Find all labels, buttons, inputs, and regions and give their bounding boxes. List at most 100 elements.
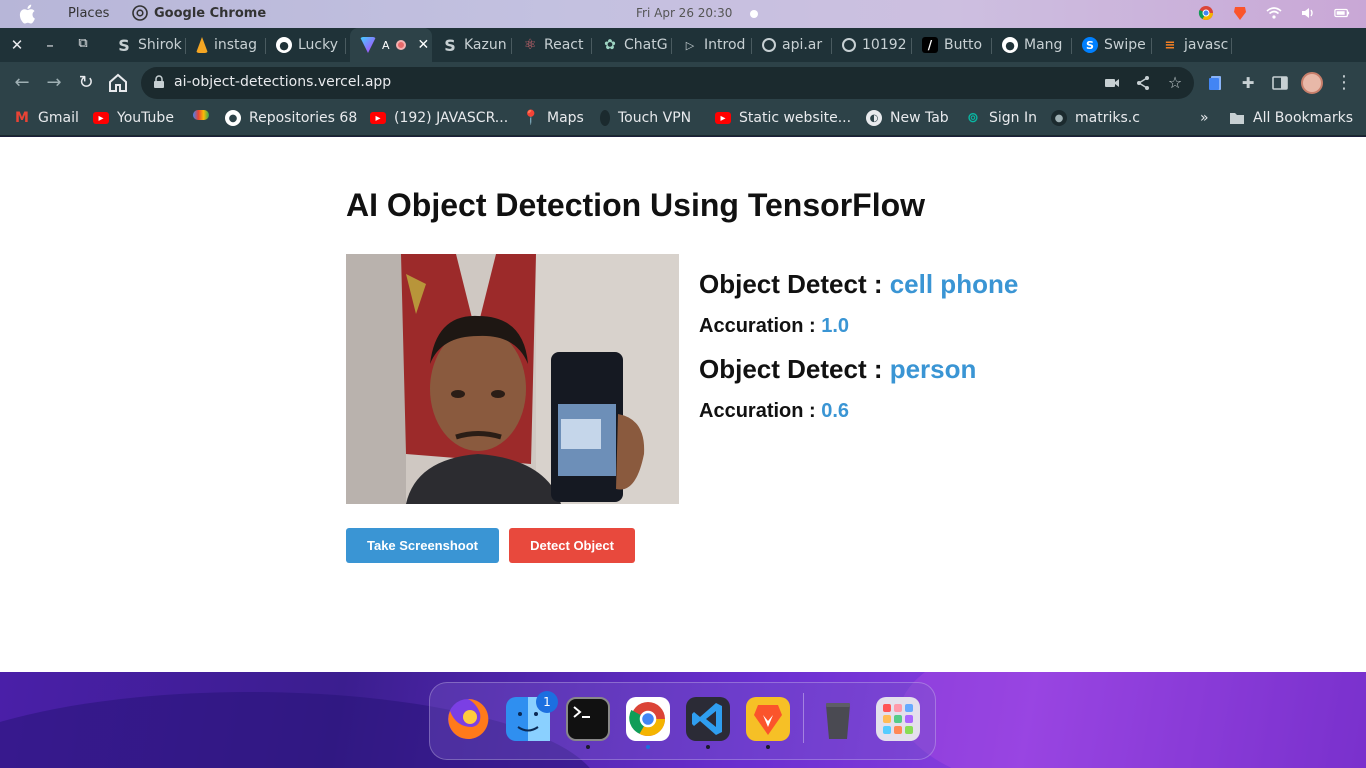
address-bar[interactable]: ai-object-detections.vercel.app ☆ [141,67,1194,99]
tab-instag[interactable]: instag [186,28,266,62]
stackoverflow-icon: ≡ [1164,37,1176,53]
tab-shirok[interactable]: S Shirok [106,28,186,62]
google-docs-extension-icon[interactable] [1207,74,1225,92]
bookmark-gmail[interactable]: M Gmail [14,110,79,126]
tab-kazun[interactable]: S Kazun [432,28,512,62]
chrome-tray-icon[interactable] [1198,5,1214,21]
bookmark-static-website[interactable]: ▸ Static website... [715,110,851,126]
site-info-lock-icon[interactable] [153,75,165,89]
camera-in-use-icon[interactable] [1104,75,1120,91]
active-app-menu[interactable]: Google Chrome [132,5,266,21]
all-bookmarks-folder[interactable]: All Bookmarks [1229,110,1353,126]
home-icon[interactable] [106,71,130,95]
tab-active-vite[interactable]: A ✕ [350,28,432,62]
clock[interactable]: Fri Apr 26 20:30 [636,6,732,20]
bookmark-maps[interactable]: 📍 Maps [522,110,584,126]
forward-arrow-icon[interactable]: → [42,71,66,95]
volume-icon[interactable] [1300,5,1316,21]
finder-icon[interactable]: 1 [506,691,558,741]
take-screenshot-button[interactable]: Take Screenshoot [346,528,499,563]
google-cloud-icon [193,110,209,120]
active-app-name: Google Chrome [154,5,267,21]
folder-icon [1230,113,1244,124]
back-arrow-icon[interactable]: ← [10,71,34,95]
tab-javasc[interactable]: ≡ javasc [1152,28,1232,62]
bookmark-repositories[interactable]: ● Repositories 68 [225,110,357,126]
wifi-icon[interactable] [1266,5,1282,21]
profile-avatar[interactable] [1301,72,1323,94]
slash-icon: / [922,37,938,53]
bookmark-star-icon[interactable]: ☆ [1167,75,1183,91]
bookmark-touch-vpn[interactable]: Touch VPN [600,110,691,126]
tab-label: React [544,37,584,53]
dock: 1 [429,682,936,760]
apple-icon[interactable] [18,4,36,24]
page-title: AI Object Detection Using TensorFlow [346,187,926,223]
bookmark-youtube[interactable]: ▸ YouTube [93,110,174,126]
play-icon: ▷ [685,38,695,52]
web-page: AI Object Detection Using TensorFlow Obj… [0,137,1366,672]
firefox-icon[interactable] [446,697,490,741]
bookmark-google-cloud[interactable] [193,110,209,120]
tab-introd[interactable]: ▷ Introd [672,28,752,62]
extensions-puzzle-icon[interactable]: ✚ [1239,74,1257,92]
tab-swipe[interactable]: S Swipe [1072,28,1152,62]
trash-icon[interactable] [816,697,860,741]
detection-accuracy-row: Accuration : 1.0 [699,305,1018,354]
battery-icon[interactable] [1334,5,1350,21]
bookmark-label: Touch VPN [618,110,692,126]
tab-10192[interactable]: 10192 [832,28,912,62]
detection-results: Object Detect : cell phone Accuration : … [699,269,1018,439]
webcam-frame-image [346,254,679,504]
detection-accuracy-row: Accuration : 0.6 [699,390,1018,439]
brave-running-dot [766,745,770,749]
bookmark-sign-in[interactable]: ⊚ Sign In [965,110,1037,126]
globe-icon: ◐ [866,110,882,126]
side-panel-icon[interactable] [1271,74,1289,92]
bookmark-new-tab[interactable]: ◐ New Tab [866,110,949,126]
tab-label: instag [214,37,258,53]
tab-react[interactable]: ⚛ React [512,28,592,62]
vite-icon [360,37,376,53]
window-minimize-icon[interactable]: – [40,36,60,54]
bookmark-javascript-video[interactable]: ▸ (192) JAVASCR... [370,110,508,126]
app-grid-icon[interactable] [876,697,920,741]
terminal-running-dot [586,745,590,749]
window-restore-icon[interactable]: ⧉ [73,36,93,51]
github-icon: ● [1002,37,1018,53]
tab-lucky[interactable]: ● Lucky [266,28,346,62]
vpn-icon [600,110,610,126]
notification-dot [750,10,758,18]
accuracy-label: Accuration : [699,315,822,337]
codeium-icon: ⊚ [967,110,979,126]
brave-icon[interactable] [746,697,790,741]
places-menu[interactable]: Places [68,6,109,21]
menu-kebab-icon[interactable]: ⋮ [1335,74,1353,92]
bookmark-label: matriks.c [1075,110,1140,126]
tab-butto[interactable]: / Butto [912,28,992,62]
vscode-icon[interactable] [686,697,730,741]
system-tray [1198,5,1350,21]
swiper-icon: S [1082,37,1098,53]
bookmark-matriks[interactable]: ● matriks.c [1051,110,1140,126]
bookmark-label: New Tab [890,110,949,126]
share-icon[interactable] [1135,75,1151,91]
chrome-outline-icon [132,5,148,21]
tab-close-icon[interactable]: ✕ [418,37,430,53]
tab-chatgpt[interactable]: ✿ ChatG [592,28,672,62]
detected-object-name: cell phone [889,269,1019,299]
tab-mang[interactable]: ● Mang [992,28,1072,62]
detect-object-button[interactable]: Detect Object [509,528,635,563]
accuracy-label: Accuration : [699,400,822,422]
system-top-bar: Places Google Chrome Fri Apr 26 20:30 [0,0,1366,28]
window-close-icon[interactable]: ✕ [7,36,27,54]
tab-api[interactable]: api.ar [752,28,832,62]
bookmarks-overflow-button[interactable]: » [1200,110,1209,126]
url-text[interactable]: ai-object-detections.vercel.app [174,74,391,90]
chrome-icon[interactable] [626,697,670,741]
tab-label: api.ar [782,37,823,53]
youtube-icon: ▸ [370,112,386,124]
reload-icon[interactable]: ↻ [74,71,98,95]
brave-tray-icon[interactable] [1232,5,1248,21]
terminal-icon[interactable] [566,697,610,741]
